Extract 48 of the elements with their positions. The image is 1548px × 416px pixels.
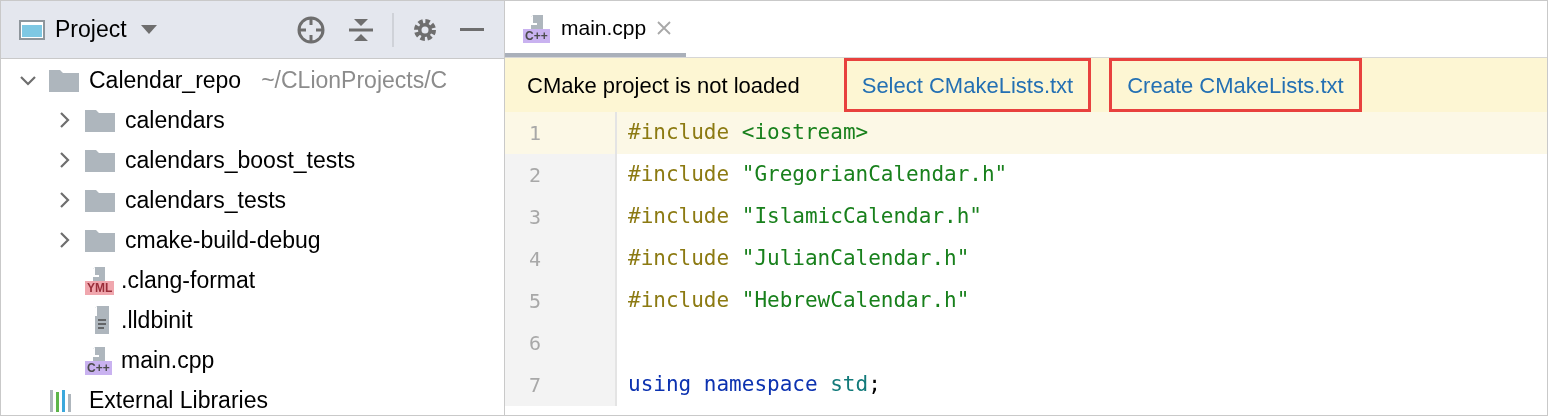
code-token: using [628,371,692,399]
window-icon [19,19,45,40]
tree-item-label[interactable]: calendars_boost_tests [125,142,356,178]
tree-item-label[interactable]: calendars_tests [125,182,287,218]
code-token: "JulianCalendar.h" [741,245,970,273]
tree-item-label[interactable]: main.cpp [121,342,215,378]
text-file-icon [95,306,109,334]
line-number: 3 [529,204,542,231]
banner-link[interactable]: Select CMakeLists.txt [843,58,1092,112]
folder-icon [85,108,115,132]
tab-label: main.cpp [561,14,647,41]
code-token: ; [868,371,881,399]
folder-icon [85,228,115,252]
code-token: #include [628,203,730,231]
banner-link[interactable]: Create CMakeLists.txt [1109,58,1362,112]
folder-icon [49,68,79,92]
minimize-icon [460,27,484,32]
folder-icon [85,188,115,212]
line-number: 1 [529,120,542,147]
project-path: ~/CLionProjects/C [261,65,448,95]
code-token: #include [628,161,730,189]
tree-item-label[interactable]: .lldbinit [121,302,193,338]
collapse-icon [348,16,374,43]
line-number: 4 [529,246,542,273]
settings-icon [412,16,438,43]
dropdown-icon [140,24,157,35]
tree-item-label[interactable]: calendars [125,102,225,138]
code-token: #include [628,245,730,273]
tree-item-label[interactable]: Calendar_repo [89,62,242,98]
code-token: namespace [703,371,818,399]
code-token: "GregorianCalendar.h" [741,161,1008,189]
line-number: 7 [529,372,542,399]
tree-item-label[interactable]: cmake-build-debug [125,222,321,258]
code-token: <iostream> [741,119,869,147]
code-token: #include [628,119,730,147]
code-token: std [830,371,869,399]
code-token: "IslamicCalendar.h" [741,203,982,231]
locate-icon [296,14,326,45]
code-token: "HebrewCalendar.h" [741,287,970,315]
folder-icon [85,148,115,172]
tree-item-label[interactable]: External Libraries [89,382,268,416]
banner-message: CMake project is not loaded [527,71,800,100]
line-number: 6 [529,330,542,357]
tree-item-label[interactable]: .clang-format [121,262,256,298]
code-token: #include [628,287,730,315]
line-number: 5 [529,288,542,315]
panel-title[interactable]: Project [55,12,127,47]
line-number: 2 [529,162,542,189]
